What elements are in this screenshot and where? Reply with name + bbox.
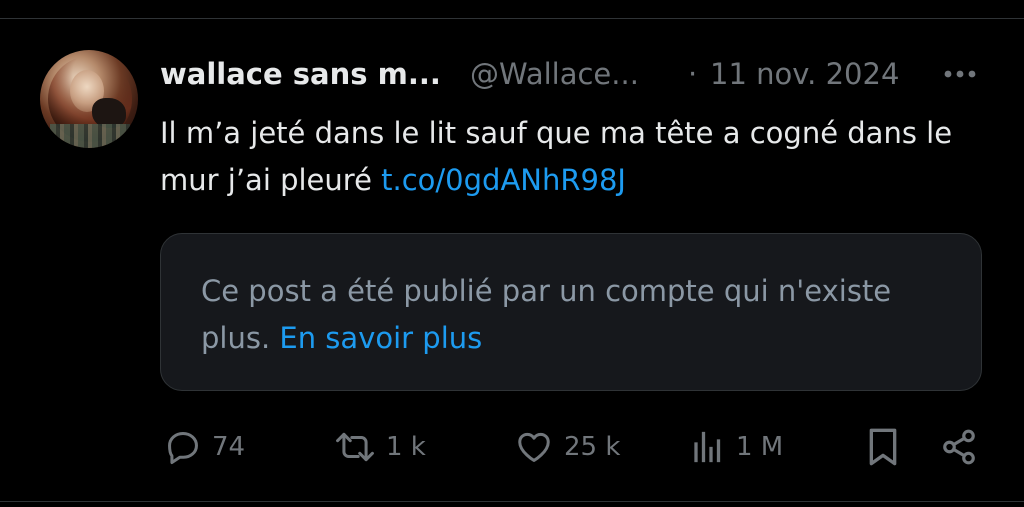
repost-count: 1 k — [386, 432, 426, 462]
bookmark-button[interactable] — [866, 425, 900, 469]
more-horizontal-icon — [944, 70, 976, 78]
post-text: Il m’a jeté dans le lit sauf que ma tête… — [160, 110, 980, 204]
reply-count: 74 — [212, 432, 246, 462]
avatar-shirt — [50, 124, 130, 148]
top-divider — [0, 18, 1024, 19]
repost-button[interactable]: 1 k — [334, 425, 426, 469]
bookmark-icon — [869, 428, 897, 466]
action-bar: 74 1 k 25 k 1 M — [160, 425, 990, 469]
notice-text: Ce post a été publié par un compte qui n… — [201, 268, 941, 362]
post-header: wallace sans m... @Wallace... · 11 nov. … — [160, 54, 990, 94]
share-button[interactable] — [940, 425, 978, 469]
bottom-divider — [0, 501, 1024, 502]
views-count: 1 M — [736, 432, 784, 462]
learn-more-link[interactable]: En savoir plus — [279, 321, 482, 355]
author-avatar[interactable] — [40, 50, 138, 148]
deleted-account-notice: Ce post a été publié par un compte qui n… — [160, 233, 982, 391]
reply-button[interactable]: 74 — [164, 425, 245, 469]
post-date[interactable]: 11 nov. 2024 — [710, 54, 899, 94]
views-icon — [694, 431, 721, 463]
author-handle[interactable]: @Wallace... — [470, 54, 639, 94]
header-separator: · — [688, 57, 698, 91]
like-button[interactable]: 25 k — [514, 425, 620, 469]
like-count: 25 k — [564, 432, 621, 462]
more-button[interactable] — [940, 58, 980, 90]
views-button[interactable]: 1 M — [690, 425, 783, 469]
author-display-name[interactable]: wallace sans m... — [160, 54, 441, 94]
heart-icon — [518, 432, 550, 462]
reply-icon — [168, 432, 198, 465]
share-icon — [943, 429, 975, 465]
post-link[interactable]: t.co/0gdANhR98J — [381, 163, 626, 197]
repost-icon — [336, 432, 374, 462]
